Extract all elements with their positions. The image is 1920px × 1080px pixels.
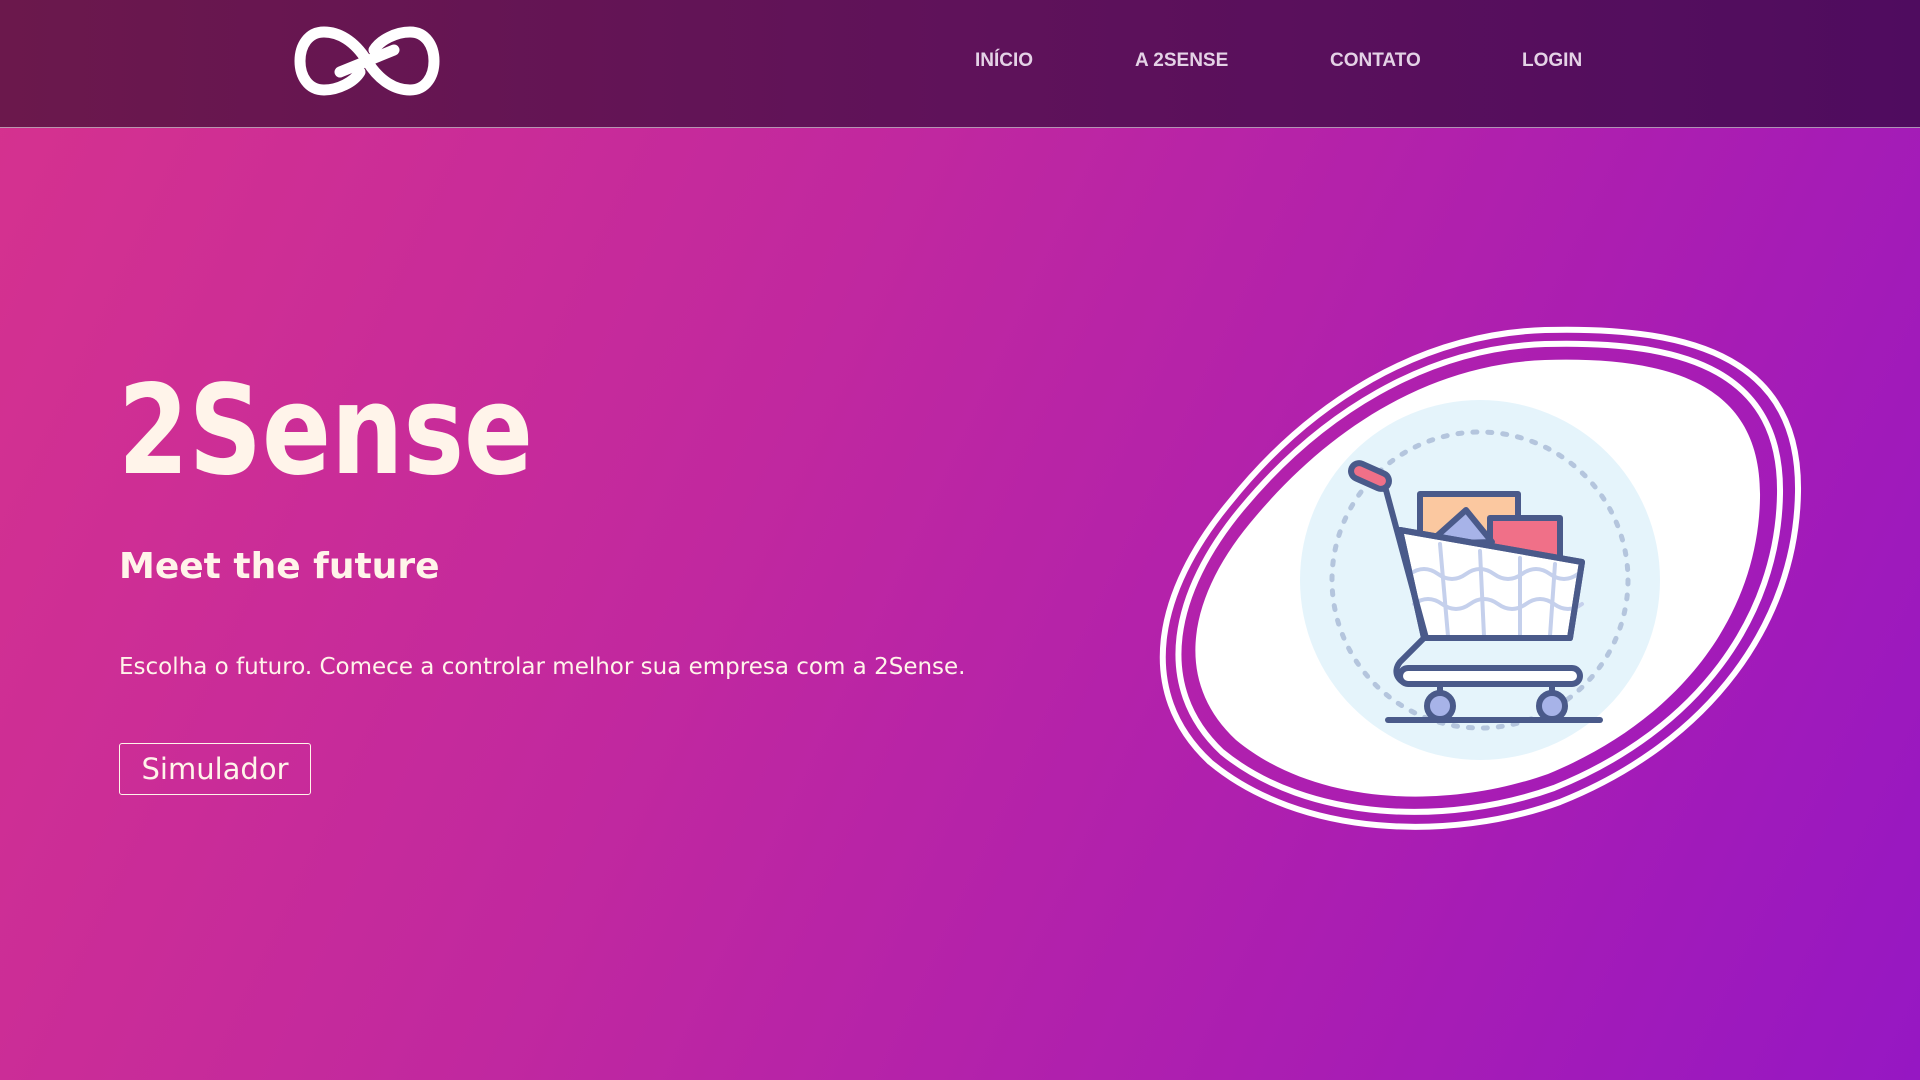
simulador-button[interactable]: Simulador <box>119 743 311 795</box>
hero-description: Escolha o futuro. Comece a controlar mel… <box>119 654 966 680</box>
top-navbar: INÍCIO A 2SENSE CONTATO LOGIN <box>0 0 1920 128</box>
hero-title-text: 2Sense <box>118 370 533 490</box>
nav-link-a-2sense[interactable]: A 2SENSE <box>1135 50 1228 72</box>
hero-title: 2Sense <box>118 370 533 490</box>
main-nav: INÍCIO A 2SENSE CONTATO LOGIN <box>0 50 1920 74</box>
shopping-cart-illustration <box>1159 326 1802 830</box>
nav-link-contato[interactable]: CONTATO <box>1330 50 1421 72</box>
hero-tagline: Meet the future <box>119 546 440 587</box>
nav-link-inicio[interactable]: INÍCIO <box>975 50 1033 72</box>
nav-link-login[interactable]: LOGIN <box>1522 50 1582 72</box>
